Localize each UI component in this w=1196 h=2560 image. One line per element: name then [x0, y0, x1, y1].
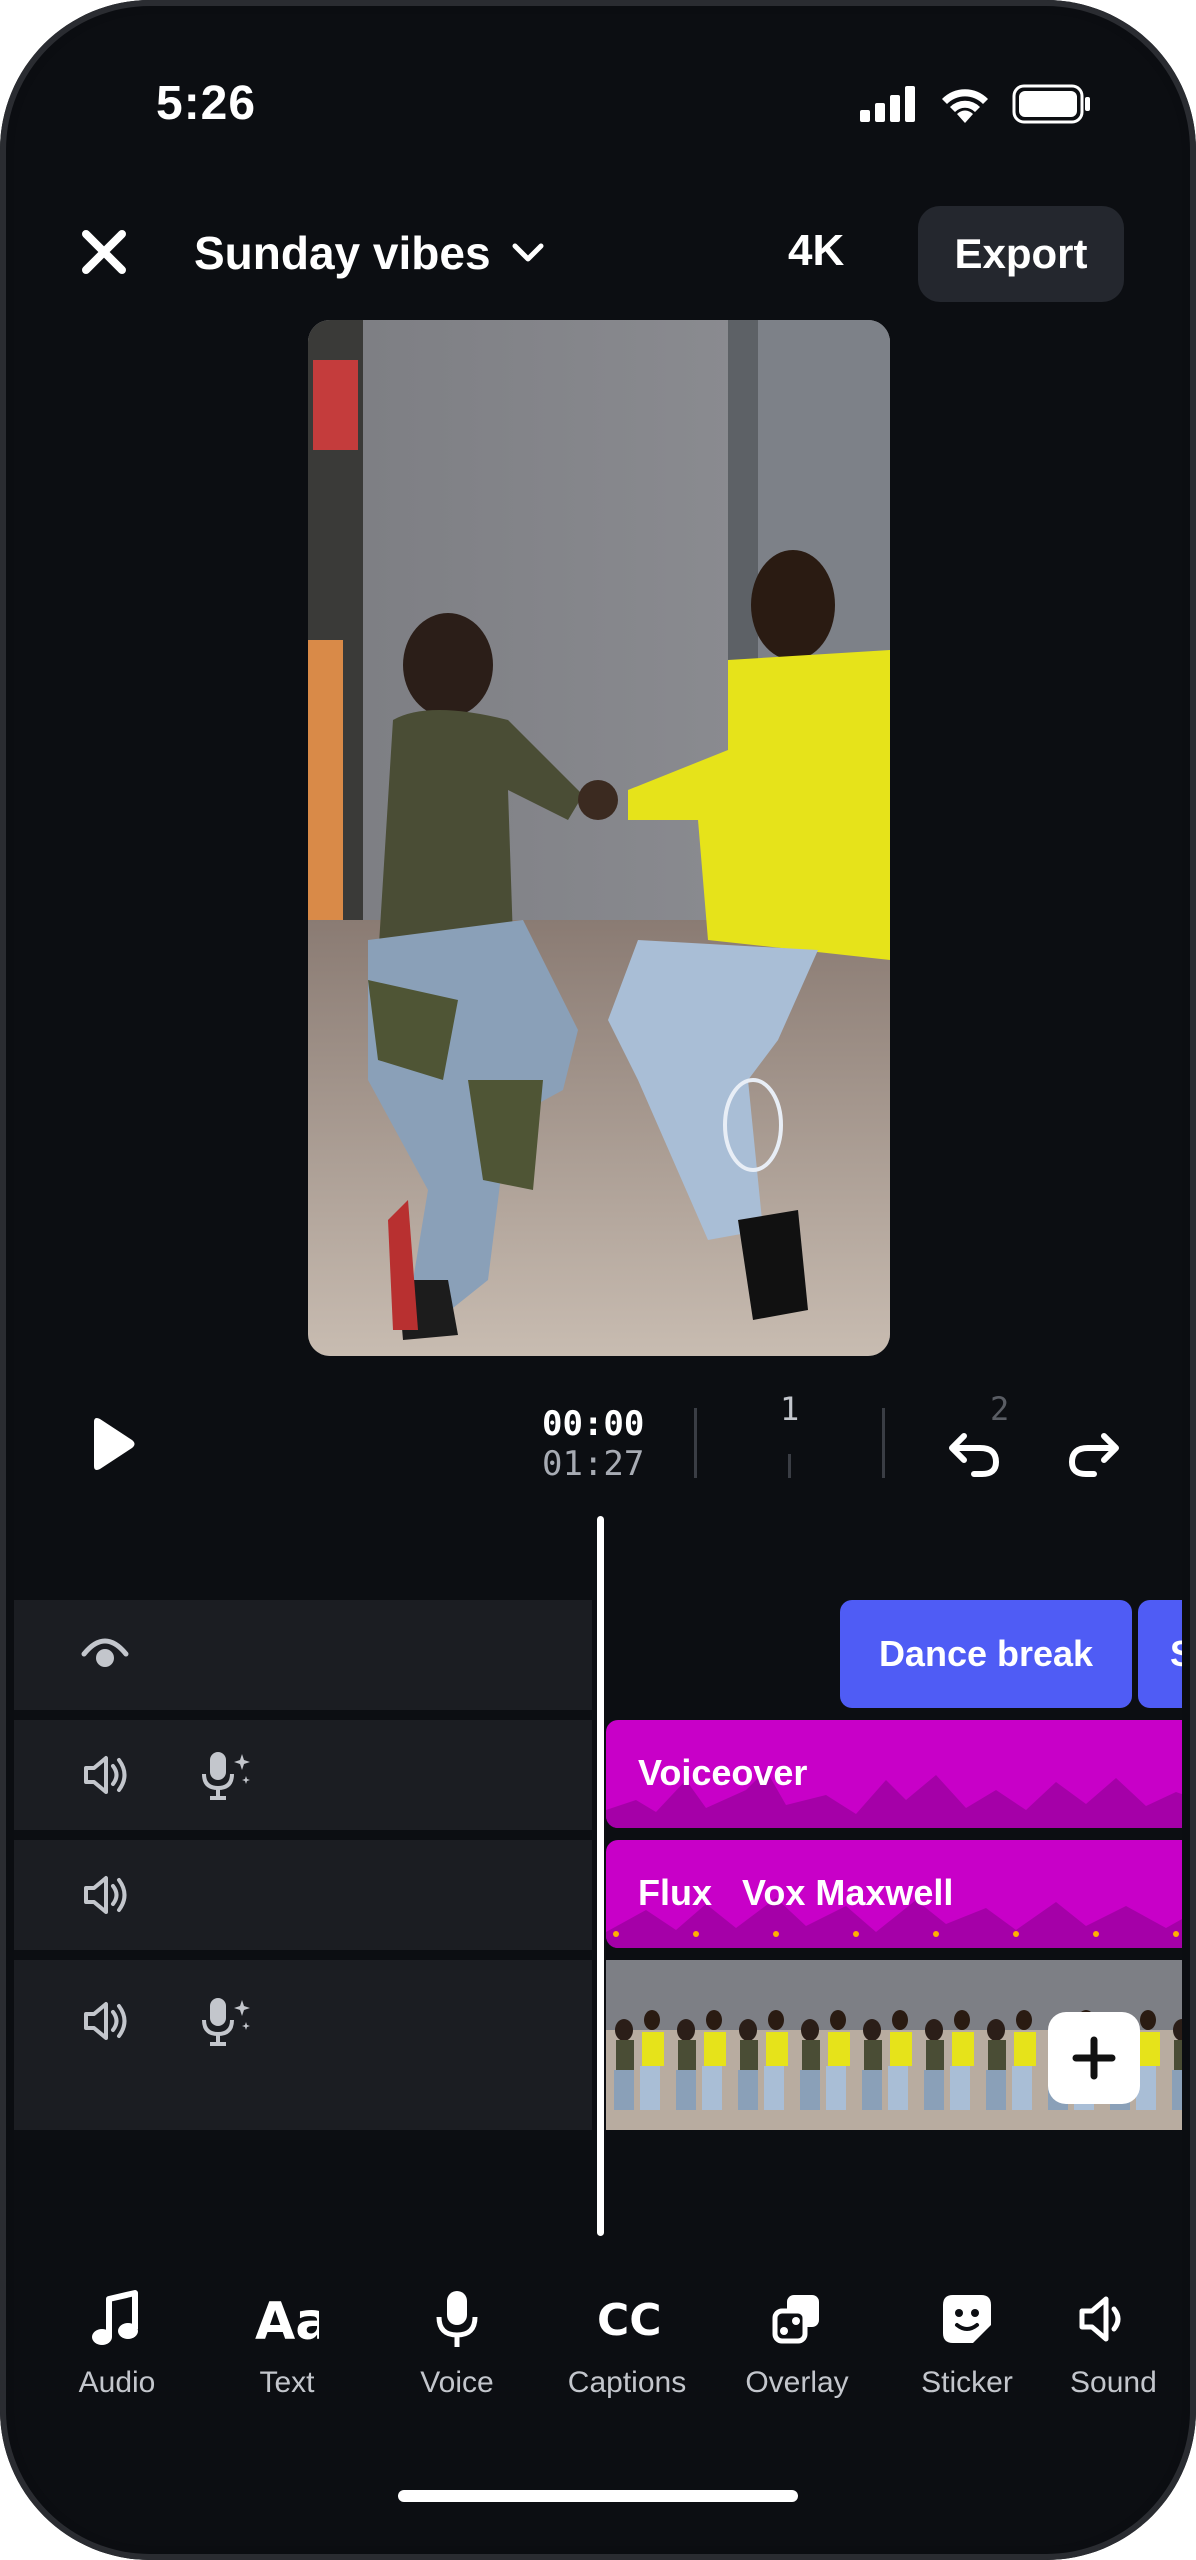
- chevron-down-icon: [512, 243, 544, 262]
- redo-icon[interactable]: [1064, 1420, 1124, 1480]
- svg-text:CC: CC: [597, 2295, 659, 2346]
- screen: 5:26 Sunday vibes 4K Export 00:00 01:27 …: [14, 14, 1182, 2546]
- text-clip-next[interactable]: S: [1138, 1600, 1182, 1708]
- playhead[interactable]: [597, 1516, 604, 2236]
- tool-text-label: Text: [259, 2366, 315, 2399]
- tool-sticker-label: Sticker: [921, 2366, 1013, 2399]
- tool-sticker[interactable]: Sticker: [882, 2284, 1052, 2400]
- ai-voice-icon[interactable]: [196, 1994, 256, 2048]
- microphone-icon: [436, 2291, 478, 2347]
- tool-overlay[interactable]: Overlay: [712, 2284, 882, 2400]
- phone-frame: 5:26 Sunday vibes 4K Export 00:00 01:27 …: [0, 0, 1196, 2560]
- ruler-label: 1: [780, 1390, 800, 1428]
- tool-audio[interactable]: Audio: [32, 2284, 202, 2400]
- video-preview[interactable]: [308, 320, 890, 1356]
- play-icon[interactable]: [80, 1414, 140, 1474]
- overlay-icon: [772, 2295, 819, 2344]
- tool-text[interactable]: Aa Text: [202, 2284, 372, 2400]
- close-icon[interactable]: [76, 224, 132, 280]
- top-bar: Sunday vibes 4K Export: [14, 194, 1182, 304]
- tool-overlay-label: Overlay: [745, 2366, 849, 2399]
- tool-captions-label: Captions: [567, 2366, 687, 2399]
- voiceover-clip[interactable]: Voiceover: [606, 1720, 1182, 1828]
- battery-icon: [1012, 84, 1090, 124]
- status-time: 5:26: [156, 77, 257, 130]
- text-clip-label: Dance break: [878, 1633, 1094, 1674]
- ruler-tick: [882, 1408, 885, 1478]
- tool-voice[interactable]: Voice: [372, 2284, 542, 2400]
- voiceover-clip-label: Voiceover: [638, 1752, 808, 1793]
- video-frame-image: [308, 320, 890, 1356]
- music-note-icon: [92, 2290, 138, 2345]
- svg-text:Aa: Aa: [255, 2292, 319, 2349]
- track-header: [14, 1840, 592, 1950]
- track-header: [14, 1960, 592, 2130]
- sticker-icon: [943, 2295, 991, 2343]
- tool-sound[interactable]: Sound: [1052, 2284, 1182, 2400]
- bottom-toolbar: Audio Aa Text Voice CC Captions Overlay …: [14, 2284, 1182, 2414]
- timecode: 00:00 01:27: [542, 1404, 644, 1484]
- project-title-label: Sunday vibes: [194, 227, 491, 279]
- text-aa-icon: Aa: [255, 2292, 319, 2349]
- status-icons: [860, 84, 1092, 124]
- resolution-button[interactable]: 4K: [788, 226, 844, 276]
- export-button[interactable]: Export: [918, 206, 1124, 302]
- captions-cc-icon: CC: [597, 2295, 659, 2346]
- tool-voice-label: Voice: [420, 2366, 494, 2399]
- tool-sound-label: Sound: [1070, 2366, 1157, 2399]
- speaker-icon[interactable]: [80, 1996, 130, 2046]
- ruler-tick: [788, 1454, 791, 1478]
- track-header: [14, 1720, 592, 1830]
- music-clip-label: Flux Vox Maxwell: [638, 1872, 954, 1913]
- undo-icon[interactable]: [944, 1420, 1004, 1480]
- visibility-icon[interactable]: [80, 1632, 130, 1676]
- ai-voice-icon[interactable]: [196, 1748, 256, 1802]
- plus-icon: [1072, 2036, 1116, 2080]
- track-header: [14, 1600, 592, 1710]
- total-duration: 01:27: [542, 1444, 645, 1484]
- text-clip-next-label: S: [1170, 1633, 1182, 1675]
- music-clip[interactable]: Flux Vox Maxwell: [606, 1840, 1182, 1948]
- speaker-icon[interactable]: [80, 1750, 130, 1800]
- home-indicator: [398, 2490, 798, 2502]
- ruler-tick: [694, 1408, 697, 1478]
- add-clip-button[interactable]: [1048, 2012, 1140, 2104]
- signal-icon: [860, 86, 915, 122]
- speaker-icon[interactable]: [80, 1870, 130, 1920]
- project-title[interactable]: Sunday vibes: [194, 226, 545, 280]
- text-clip[interactable]: Dance break: [840, 1600, 1132, 1708]
- wifi-icon: [942, 89, 988, 123]
- tool-audio-label: Audio: [78, 2366, 156, 2399]
- sound-icon: [1079, 2296, 1121, 2342]
- tool-captions[interactable]: CC Captions: [542, 2284, 712, 2400]
- current-time: 00:00: [542, 1404, 645, 1444]
